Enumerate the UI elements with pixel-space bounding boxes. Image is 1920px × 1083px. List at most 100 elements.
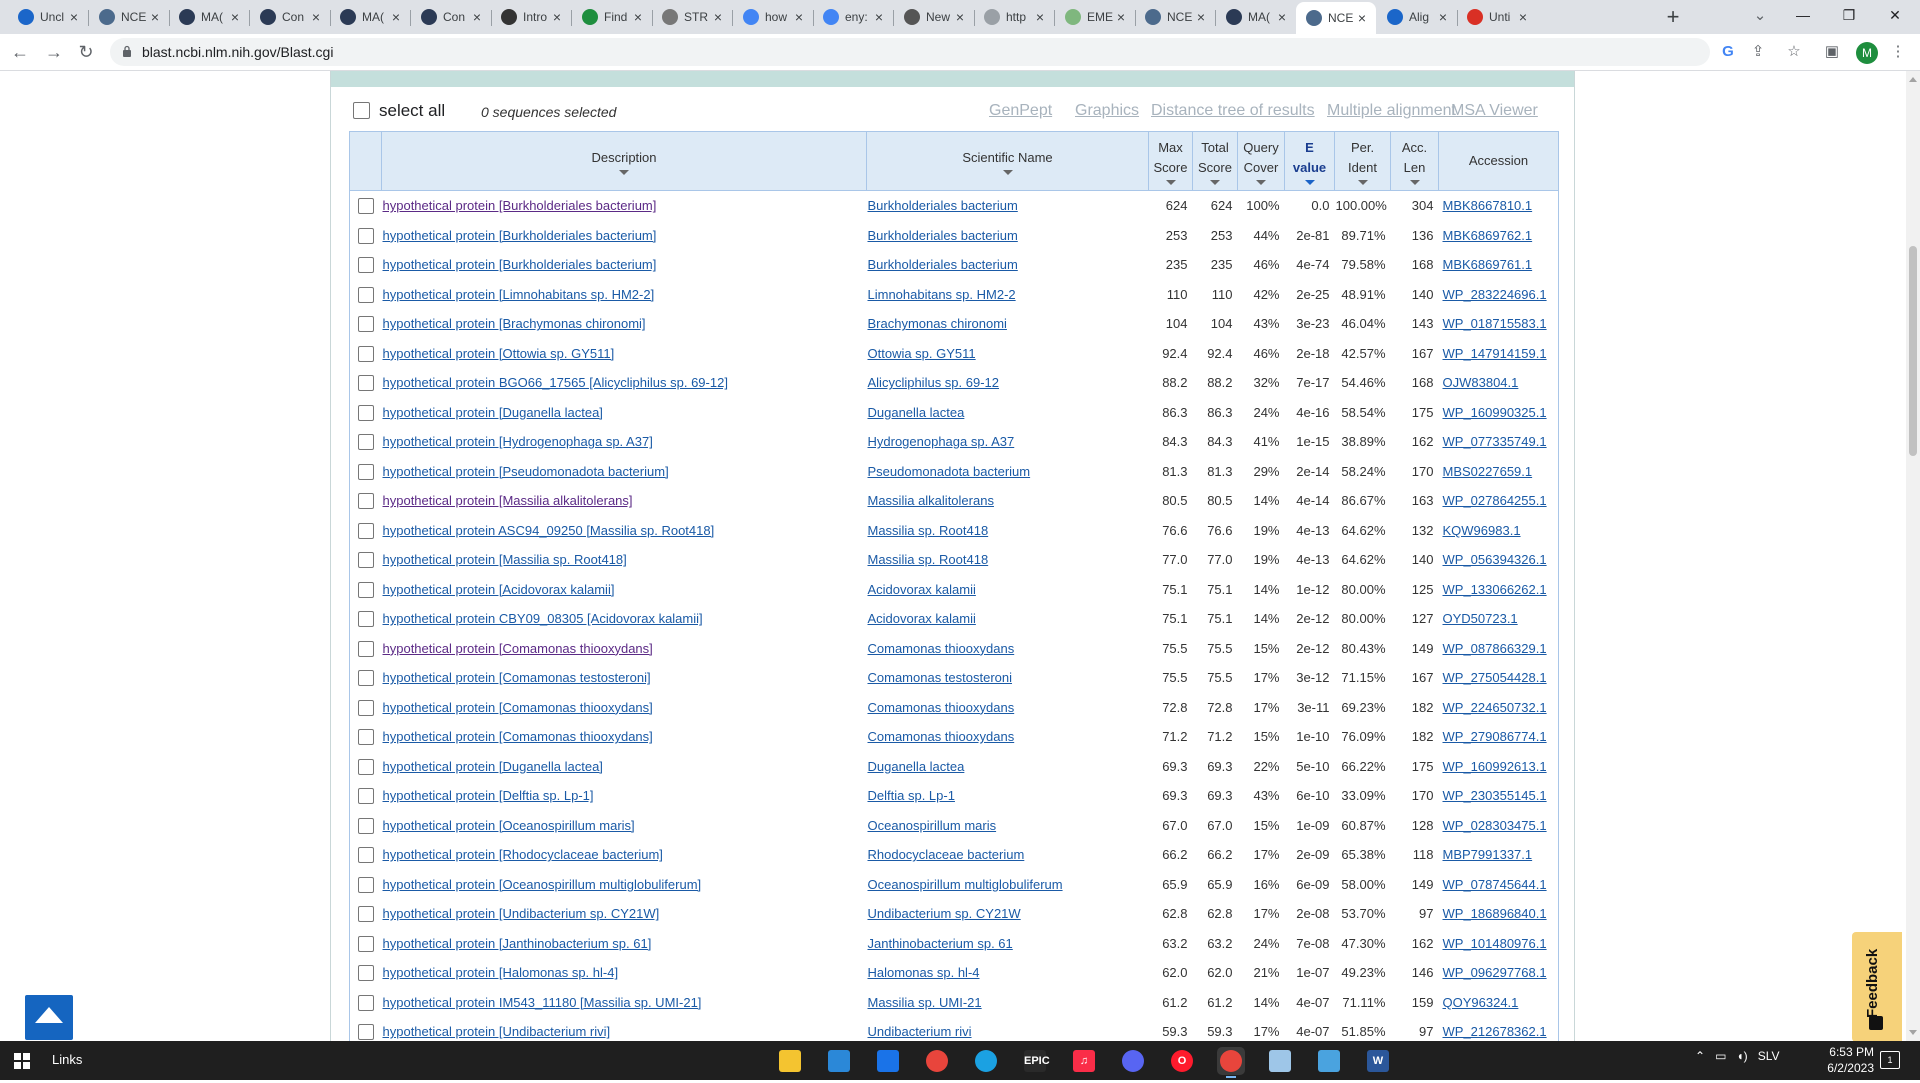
sort-arrow-icon[interactable] bbox=[1304, 179, 1315, 185]
tab-close-icon[interactable]: × bbox=[1354, 10, 1370, 26]
row-checkbox[interactable] bbox=[357, 227, 374, 244]
reload-icon[interactable]: ↻ bbox=[72, 38, 100, 66]
scientific-name-link[interactable]: Acidovorax kalamii bbox=[868, 611, 976, 626]
sort-arrow-icon[interactable] bbox=[619, 169, 629, 175]
scientific-name-link[interactable]: Oceanospirillum maris bbox=[868, 818, 997, 833]
mail-icon[interactable] bbox=[874, 1047, 902, 1075]
tab-close-icon[interactable]: × bbox=[871, 9, 887, 25]
graphics-link[interactable]: Graphics bbox=[1075, 102, 1139, 120]
scientific-name-link[interactable]: Comamonas thiooxydans bbox=[868, 729, 1015, 744]
scroll-down-icon[interactable] bbox=[1909, 1030, 1917, 1035]
header-total-score[interactable]: Total Score bbox=[1192, 131, 1238, 191]
accession-link[interactable]: MBK6869762.1 bbox=[1443, 228, 1533, 243]
description-link[interactable]: hypothetical protein CBY09_08305 [Acidov… bbox=[383, 611, 703, 626]
header-description[interactable]: Description bbox=[381, 131, 867, 191]
tab-close-icon[interactable]: × bbox=[388, 9, 404, 25]
scientific-name-link[interactable]: Brachymonas chironomi bbox=[868, 316, 1007, 331]
notepad-icon[interactable] bbox=[1266, 1047, 1294, 1075]
tab-close-icon[interactable]: × bbox=[1193, 9, 1209, 25]
back-icon[interactable]: ← bbox=[6, 38, 34, 66]
browser-tab[interactable]: EME × bbox=[1055, 4, 1135, 30]
music-icon[interactable]: ♫ bbox=[1070, 1047, 1098, 1075]
scientific-name-link[interactable]: Delftia sp. Lp-1 bbox=[868, 788, 955, 803]
side-panel-icon[interactable]: ▣ bbox=[1822, 42, 1842, 62]
row-checkbox[interactable] bbox=[357, 286, 374, 303]
tab-close-icon[interactable]: × bbox=[1032, 9, 1048, 25]
scientific-name-link[interactable]: Ottowia sp. GY511 bbox=[868, 346, 976, 361]
clock[interactable]: 6:53 PM 6/2/2023 bbox=[1808, 1044, 1874, 1076]
accession-link[interactable]: WP_160990325.1 bbox=[1443, 405, 1547, 420]
row-checkbox[interactable] bbox=[357, 876, 374, 893]
scientific-name-link[interactable]: Rhodocyclaceae bacterium bbox=[868, 847, 1025, 862]
scientific-name-link[interactable]: Comamonas testosteroni bbox=[868, 670, 1013, 685]
browser-tab[interactable]: Intro × bbox=[491, 4, 571, 30]
feedback-button[interactable]: Feedback bbox=[1852, 932, 1902, 1041]
sort-arrow-icon[interactable] bbox=[1256, 179, 1266, 185]
scientific-name-link[interactable]: Acidovorax kalamii bbox=[868, 582, 976, 597]
file-explorer-icon[interactable] bbox=[776, 1047, 804, 1075]
share-icon[interactable]: ⇪ bbox=[1748, 42, 1768, 62]
multiple-alignment-link[interactable]: Multiple alignment bbox=[1327, 102, 1456, 120]
tab-close-icon[interactable]: × bbox=[1113, 9, 1129, 25]
tab-close-icon[interactable]: × bbox=[630, 9, 646, 25]
back-to-top-button[interactable] bbox=[25, 995, 73, 1040]
forward-icon[interactable]: → bbox=[40, 38, 68, 66]
scientific-name-link[interactable]: Burkholderiales bacterium bbox=[868, 257, 1018, 272]
tray-chevron-icon[interactable]: ⌃ bbox=[1695, 1049, 1705, 1063]
accession-link[interactable]: WP_101480976.1 bbox=[1443, 936, 1547, 951]
scientific-name-link[interactable]: Comamonas thiooxydans bbox=[868, 641, 1015, 656]
browser-tab[interactable]: Con × bbox=[250, 4, 330, 30]
language-indicator[interactable]: SLV bbox=[1758, 1049, 1780, 1063]
row-checkbox[interactable] bbox=[357, 670, 374, 687]
bookmark-star-icon[interactable]: ☆ bbox=[1784, 42, 1804, 62]
accession-link[interactable]: MBS0227659.1 bbox=[1443, 464, 1533, 479]
row-checkbox[interactable] bbox=[357, 935, 374, 952]
sort-arrow-icon[interactable] bbox=[1165, 179, 1176, 185]
accession-link[interactable]: KQW96983.1 bbox=[1443, 523, 1521, 538]
description-link[interactable]: hypothetical protein [Duganella lactea] bbox=[383, 759, 603, 774]
description-link[interactable]: hypothetical protein [Comamonas testoste… bbox=[383, 670, 651, 685]
row-checkbox[interactable] bbox=[357, 640, 374, 657]
scientific-name-link[interactable]: Hydrogenophaga sp. A37 bbox=[868, 434, 1015, 449]
scientific-name-link[interactable]: Oceanospirillum multiglobuliferum bbox=[868, 877, 1063, 892]
scientific-name-link[interactable]: Burkholderiales bacterium bbox=[868, 228, 1018, 243]
accession-link[interactable]: WP_275054428.1 bbox=[1443, 670, 1547, 685]
accession-link[interactable]: OYD50723.1 bbox=[1443, 611, 1518, 626]
accession-link[interactable]: QOY96324.1 bbox=[1443, 995, 1519, 1010]
tab-close-icon[interactable]: × bbox=[469, 9, 485, 25]
description-link[interactable]: hypothetical protein [Comamonas thiooxyd… bbox=[383, 641, 653, 656]
accession-link[interactable]: WP_028303475.1 bbox=[1443, 818, 1547, 833]
row-checkbox[interactable] bbox=[357, 1024, 374, 1041]
browser-tab[interactable]: MA(× bbox=[1216, 4, 1296, 30]
scientific-name-link[interactable]: Undibacterium sp. CY21W bbox=[868, 906, 1021, 921]
accession-link[interactable]: WP_160992613.1 bbox=[1443, 759, 1547, 774]
scientific-name-link[interactable]: Massilia sp. UMI-21 bbox=[868, 995, 982, 1010]
scientific-name-link[interactable]: Pseudomonadota bacterium bbox=[868, 464, 1031, 479]
tab-close-icon[interactable]: × bbox=[227, 9, 243, 25]
scientific-name-link[interactable]: Massilia sp. Root418 bbox=[868, 552, 989, 567]
close-window-button[interactable]: ✕ bbox=[1872, 0, 1918, 34]
description-link[interactable]: hypothetical protein [Undibacterium sp. … bbox=[383, 906, 660, 921]
browser-tab[interactable]: how × bbox=[733, 4, 813, 30]
description-link[interactable]: hypothetical protein IM543_11180 [Massil… bbox=[383, 995, 702, 1010]
tab-close-icon[interactable]: × bbox=[549, 9, 565, 25]
row-checkbox[interactable] bbox=[357, 699, 374, 716]
browser-tab[interactable]: Uncl × bbox=[8, 4, 88, 30]
tab-close-icon[interactable]: × bbox=[791, 9, 807, 25]
accession-link[interactable]: WP_283224696.1 bbox=[1443, 287, 1547, 302]
msa-viewer-link[interactable]: MSA Viewer bbox=[1451, 102, 1538, 120]
accession-link[interactable]: WP_056394326.1 bbox=[1443, 552, 1547, 567]
edge-icon[interactable] bbox=[972, 1047, 1000, 1075]
header-accession[interactable]: Accession bbox=[1438, 131, 1559, 191]
browser-tab[interactable]: STR × bbox=[652, 4, 732, 30]
sort-arrow-icon[interactable] bbox=[1210, 179, 1220, 185]
browser-tab[interactable]: MA(× bbox=[330, 4, 410, 30]
accession-link[interactable]: WP_224650732.1 bbox=[1443, 700, 1547, 715]
profile-avatar[interactable]: M bbox=[1856, 42, 1878, 64]
row-checkbox[interactable] bbox=[357, 817, 374, 834]
scientific-name-link[interactable]: Massilia sp. Root418 bbox=[868, 523, 989, 538]
description-link[interactable]: hypothetical protein [Duganella lactea] bbox=[383, 405, 603, 420]
scientific-name-link[interactable]: Duganella lactea bbox=[868, 759, 965, 774]
word-icon[interactable]: W bbox=[1364, 1047, 1392, 1075]
description-link[interactable]: hypothetical protein [Rhodocyclaceae bac… bbox=[383, 847, 663, 862]
